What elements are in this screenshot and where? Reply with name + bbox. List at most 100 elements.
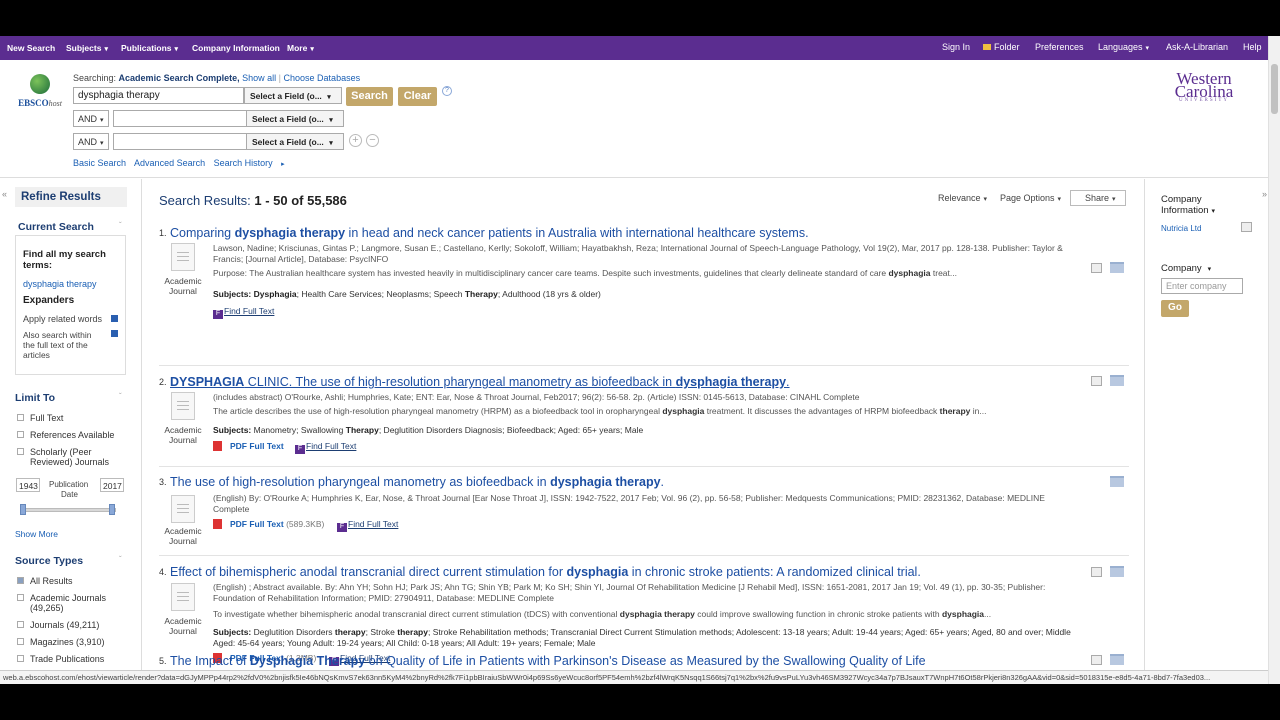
company-information-heading-2[interactable]: Information ▾: [1161, 205, 1215, 216]
nav-company-information[interactable]: Company Information: [192, 43, 280, 53]
all-results-checkbox[interactable]: All Results: [17, 576, 73, 586]
nutricia-link[interactable]: Nutricia Ltd: [1161, 224, 1201, 233]
field-select-2[interactable]: Select a Field (o... ▾: [246, 110, 344, 127]
field-select-1[interactable]: Select a Field (o... ▾: [244, 87, 342, 104]
nav-preferences[interactable]: Preferences: [1035, 42, 1084, 52]
chevron-down-icon: ▾: [1057, 196, 1062, 203]
date-slider-track[interactable]: [22, 508, 116, 512]
chevron-down-icon: ▾: [983, 196, 988, 203]
nav-publications[interactable]: Publications ▾: [121, 43, 178, 53]
current-search-heading[interactable]: Current Search: [18, 221, 94, 233]
find-full-text-link[interactable]: Find Full Text: [295, 441, 356, 454]
record-title-link[interactable]: Comparing dysphagia therapy in head and …: [170, 226, 809, 240]
scrollbar-thumb[interactable]: [1271, 64, 1278, 114]
record-subjects: Subjects: Dysphagia; Health Care Service…: [213, 289, 601, 299]
result-record-4: 4. Effect of bihemispheric anodal transc…: [159, 565, 1131, 665]
magazines-checkbox[interactable]: Magazines (3,910): [17, 637, 105, 647]
publication-type: Academic Journal: [164, 616, 202, 636]
pdf-full-text-link[interactable]: PDF Full Text (589.3KB): [213, 519, 324, 529]
nav-more[interactable]: More ▾: [287, 43, 314, 53]
divider: [159, 365, 1129, 366]
record-title-link[interactable]: Effect of bihemispheric anodal transcran…: [170, 565, 921, 579]
add-to-folder-icon[interactable]: [1110, 654, 1124, 665]
preview-icon[interactable]: [1091, 655, 1102, 665]
field-select-3[interactable]: Select a Field (o... ▾: [246, 133, 344, 150]
add-to-folder-icon[interactable]: [1110, 566, 1124, 577]
show-more-link[interactable]: Show More: [15, 529, 58, 539]
nav-new-search[interactable]: New Search: [7, 43, 55, 53]
trade-publications-checkbox[interactable]: Trade Publications: [17, 654, 104, 664]
page-scrollbar[interactable]: [1268, 36, 1280, 684]
remove-expander-icon[interactable]: [111, 315, 118, 322]
company-heading[interactable]: Company ▾: [1161, 263, 1211, 274]
add-to-folder-icon[interactable]: [1110, 262, 1124, 273]
collapse-icon[interactable]: ˇ: [119, 555, 122, 564]
boolean-select-3[interactable]: AND ▾: [73, 133, 109, 150]
add-to-folder-icon[interactable]: [1110, 375, 1124, 386]
preview-icon[interactable]: [1091, 376, 1102, 386]
help-icon[interactable]: ?: [442, 86, 452, 96]
references-available-checkbox[interactable]: References Available: [17, 430, 114, 440]
results-heading: Search Results: 1 - 50 of 55,586: [159, 193, 347, 208]
date-from-input[interactable]: 1943: [16, 478, 40, 492]
clear-button[interactable]: Clear: [398, 87, 437, 106]
nav-ask-a-librarian[interactable]: Ask-A-Librarian: [1166, 42, 1228, 52]
publication-date-label-2: Date: [61, 490, 78, 499]
limit-to-heading[interactable]: Limit To: [15, 392, 55, 404]
academic-journals-checkbox[interactable]: Academic Journals: [17, 593, 106, 603]
record-citation: (includes abstract) O'Rourke, Ashli; Hum…: [213, 392, 860, 402]
scholarly-checkbox[interactable]: Scholarly (Peer: [17, 447, 92, 457]
collapse-left-icon[interactable]: «: [2, 189, 7, 199]
remove-expander-icon[interactable]: [111, 330, 118, 337]
search-history-link[interactable]: Search History ▸: [214, 158, 291, 168]
nav-languages[interactable]: Languages ▾: [1098, 42, 1149, 52]
find-full-text-link[interactable]: Find Full Text: [337, 519, 398, 532]
nav-folder[interactable]: Folder: [983, 42, 1020, 52]
record-citation: Lawson, Nadine; Krisciunas, Gintas P.; L…: [213, 243, 1063, 264]
preview-icon[interactable]: [1091, 263, 1102, 273]
record-title-link[interactable]: The use of high-resolution pharyngeal ma…: [170, 475, 664, 489]
chevron-down-icon: ▾: [310, 46, 314, 53]
nav-subjects[interactable]: Subjects ▾: [66, 43, 108, 53]
remove-row-icon[interactable]: −: [366, 134, 379, 147]
record-title-link[interactable]: The Impact of Dysphagia Therapy on Quali…: [170, 654, 926, 668]
source-types-heading[interactable]: Source Types: [15, 555, 83, 567]
folder-icon: [983, 44, 991, 50]
current-search-term[interactable]: dysphagia therapy: [23, 279, 97, 289]
date-slider-handle-left[interactable]: [20, 504, 26, 515]
advanced-search-link[interactable]: Advanced Search: [134, 158, 205, 168]
pdf-full-text-link[interactable]: PDF Full Text: [213, 441, 284, 451]
go-button[interactable]: Go: [1161, 300, 1189, 317]
record-title-link[interactable]: DYSPHAGIA CLINIC. The use of high-resolu…: [170, 375, 790, 389]
preview-icon[interactable]: [1241, 222, 1252, 232]
search-button[interactable]: Search: [346, 87, 393, 106]
nav-sign-in[interactable]: Sign In: [942, 42, 970, 52]
boolean-select-2[interactable]: AND ▾: [73, 110, 109, 127]
university-logo: Western Carolina UNIVERSITY: [1174, 69, 1234, 103]
search-input-3[interactable]: [113, 133, 247, 150]
date-slider-handle-right[interactable]: [109, 504, 115, 515]
search-input[interactable]: dysphagia therapy: [73, 87, 244, 104]
page-options[interactable]: Page Options ▾: [1000, 193, 1061, 203]
find-full-text-link[interactable]: Find Full Text: [213, 306, 274, 319]
basic-search-link[interactable]: Basic Search: [73, 158, 126, 168]
publication-date-label-1: Publication: [49, 480, 89, 489]
company-search-input[interactable]: Enter company: [1161, 278, 1243, 294]
choose-databases-link[interactable]: Choose Databases: [284, 73, 361, 83]
journals-checkbox[interactable]: Journals (49,211): [17, 620, 99, 630]
relevance-sort[interactable]: Relevance ▾: [938, 193, 987, 203]
right-sidebar: » Company Information ▾ Nutricia Ltd Comp…: [1144, 179, 1268, 674]
preview-icon[interactable]: [1091, 567, 1102, 577]
add-row-icon[interactable]: +: [349, 134, 362, 147]
collapse-icon[interactable]: ˇ: [119, 392, 122, 401]
date-to-input[interactable]: 2017: [100, 478, 124, 492]
search-input-2[interactable]: [113, 110, 247, 127]
add-to-folder-icon[interactable]: [1110, 476, 1124, 487]
collapse-icon[interactable]: ˇ: [119, 221, 122, 230]
collapse-right-icon[interactable]: »: [1262, 189, 1267, 199]
nav-help[interactable]: Help: [1243, 42, 1262, 52]
share-button[interactable]: Share ▾: [1070, 190, 1126, 206]
show-all-link[interactable]: Show all: [242, 73, 276, 83]
full-text-checkbox[interactable]: Full Text: [17, 413, 63, 423]
ebscohost-logo[interactable]: EBSCOhost: [12, 74, 68, 108]
